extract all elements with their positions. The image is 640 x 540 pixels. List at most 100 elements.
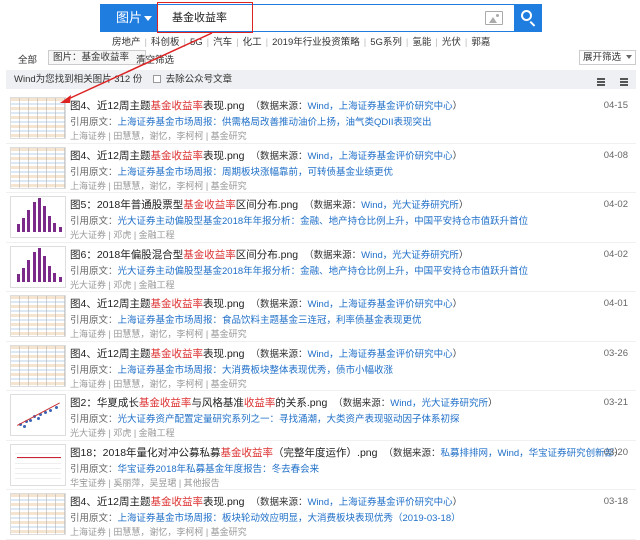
result-title[interactable]: 图6：2018年偏股混合型基金收益率区间分布.png （数据来源：Wind，光大证…: [70, 247, 468, 262]
hot-tag[interactable]: 5G: [186, 37, 207, 48]
list-view-icon[interactable]: [597, 78, 606, 86]
reference-link[interactable]: 上海证券基金市场周报：食品饮料主题基金三连冠，利率债基金表现更优: [118, 315, 422, 326]
result-reference: 引用原文：上海证券基金市场周报：食品饮料主题基金三连冠，利率债基金表现更优: [70, 312, 422, 326]
hot-tag[interactable]: 汽车: [209, 34, 236, 48]
result-thumbnail[interactable]: [10, 146, 66, 189]
hot-tag[interactable]: 科创板: [147, 34, 184, 48]
result-title[interactable]: 图4、近12周主题基金收益率表现.png （数据来源：Wind，上海证券基金评价研…: [70, 346, 462, 361]
reference-link[interactable]: 上海证券基金市场周报：供需格局改善推动油价上扬，油气类QDII表现突出: [118, 117, 432, 128]
result-source-link[interactable]: Wind，光大证券研究所: [361, 250, 459, 261]
clear-filters-link[interactable]: 清空筛选: [136, 52, 174, 66]
result-date: 04-01: [603, 298, 628, 309]
text-fragment: 基金收益率: [150, 496, 204, 508]
result-meta: 光大证券 | 邓虎 | 金融工程: [70, 279, 175, 290]
result-thumbnail[interactable]: [10, 295, 66, 337]
result-source-link[interactable]: 私募排排网，Wind，华宝证券研究创新部: [441, 448, 615, 459]
result-source-link[interactable]: Wind，上海证券基金评价研究中心: [307, 151, 452, 162]
text-fragment: 的关系.png: [275, 397, 328, 409]
hot-tag[interactable]: 2019年行业投资策略: [268, 34, 364, 48]
reference-link[interactable]: 上海证券基金市场周报：大消费板块整体表现优秀，债市小幅收涨: [118, 365, 394, 376]
search-type-dropdown[interactable]: 图片: [100, 4, 158, 32]
expand-filters-button[interactable]: 展开筛选: [578, 50, 636, 65]
filter-chip[interactable]: 图片：基金收益率 ×: [48, 50, 147, 65]
result-source-link[interactable]: Wind，光大证券研究所: [390, 398, 488, 409]
result-date: 03-21: [603, 397, 628, 408]
hot-tag[interactable]: 化工: [239, 34, 266, 48]
text-fragment: 区间分布.png: [235, 199, 299, 211]
result-item[interactable]: 图4、近12周主题基金收益率表现.png （数据来源：Wind，上海证券基金评价研…: [6, 490, 636, 540]
result-source: （数据来源：私募排排网，Wind，华宝证券研究创新部）: [383, 448, 623, 459]
result-title[interactable]: 图2：华夏成长基金收益率与风格基准收益率的关系.png （数据来源：Wind，光大…: [70, 395, 497, 410]
reference-link[interactable]: 上海证券基金市场周报：周期板块涨幅靠前，可转债基金业绩更优: [118, 167, 394, 178]
result-source-link[interactable]: Wind，上海证券基金评价研究中心: [307, 497, 452, 508]
result-title[interactable]: 图4、近12周主题基金收益率表现.png （数据来源：Wind，上海证券基金评价研…: [70, 98, 462, 113]
text-fragment: 引用原文：: [70, 315, 118, 326]
reference-link[interactable]: 光大证券主动偏股型基金2018年年报分析：金融、地产持仓比例上升，中国平安持仓市…: [118, 216, 529, 227]
text-fragment: 引用原文：: [70, 117, 118, 128]
text-fragment: 引用原文：: [70, 166, 118, 178]
result-reference: 引用原文：上海证券基金市场周报：供需格局改善推动油价上扬，油气类QDII表现突出: [70, 114, 432, 128]
reference-link[interactable]: 上海证券基金市场周报：板块轮动效应明显，大消费板块表现优秀（2019-03-18…: [118, 513, 461, 524]
hot-tag[interactable]: 房地产: [108, 34, 145, 48]
result-thumbnail[interactable]: [10, 344, 66, 387]
result-title[interactable]: 图18：2018年量化对冲公募私募基金收益率（完整年度运作）.png （数据来源：…: [70, 445, 624, 460]
reference-link[interactable]: 光大证券主动偏股型基金2018年年报分析：金融、地产持仓比例上升，中国平安持仓市…: [118, 266, 529, 277]
dedupe-checkbox[interactable]: [152, 75, 161, 83]
result-item[interactable]: 图4、近12周主题基金收益率表现.png （数据来源：Wind，上海证券基金评价研…: [6, 144, 636, 193]
results-count: Wind为您找到相关图片 312 份: [14, 74, 143, 85]
result-thumbnail[interactable]: [10, 97, 66, 139]
result-title[interactable]: 图4、近12周主题基金收益率表现.png （数据来源：Wind，上海证券基金评价研…: [70, 494, 462, 509]
result-item[interactable]: 图18：2018年量化对冲公募私募基金收益率（完整年度运作）.png （数据来源：…: [6, 441, 636, 490]
result-item[interactable]: 图2：华夏成长基金收益率与风格基准收益率的关系.png （数据来源：Wind，光大…: [6, 391, 636, 441]
text-fragment: ）: [487, 398, 498, 409]
result-thumbnail[interactable]: [10, 196, 66, 238]
hot-tag[interactable]: 光伏: [438, 34, 465, 48]
text-fragment: 基金收益率: [138, 397, 192, 409]
text-fragment: ）: [452, 348, 463, 360]
filter-chip-label: 图片：基金收益率: [53, 52, 130, 63]
result-thumbnail[interactable]: [10, 394, 66, 436]
result-source-link[interactable]: Wind，上海证券基金评价研究中心: [307, 101, 452, 112]
search-button[interactable]: [514, 4, 542, 32]
result-source-link[interactable]: Wind，上海证券基金评价研究中心: [307, 299, 452, 310]
result-item[interactable]: 图6：2018年偏股混合型基金收益率区间分布.png （数据来源：Wind，光大证…: [6, 243, 636, 292]
result-title[interactable]: 图4、近12周主题基金收益率表现.png （数据来源：Wind，上海证券基金评价研…: [70, 296, 462, 311]
result-reference: 引用原文：光大证券主动偏股型基金2018年年报分析：金融、地产持仓比例上升，中国…: [70, 263, 528, 277]
text-fragment: ）: [452, 150, 463, 162]
result-source-link[interactable]: Wind，光大证券研究所: [361, 200, 459, 211]
result-source: （数据来源：Wind，上海证券基金评价研究中心）: [250, 101, 462, 112]
result-reference: 引用原文：光大证券主动偏股型基金2018年年报分析：金融、地产持仓比例上升，中国…: [70, 213, 528, 227]
result-item[interactable]: 图4、近12周主题基金收益率表现.png （数据来源：Wind，上海证券基金评价研…: [6, 342, 636, 391]
text-fragment: ）: [452, 101, 463, 112]
text-fragment: ）: [452, 299, 463, 310]
image-search-icon[interactable]: [485, 11, 503, 25]
result-thumbnail[interactable]: [10, 443, 66, 486]
text-fragment: 收益率: [243, 397, 276, 409]
search-type-label: 图片: [116, 10, 143, 25]
filter-all-link[interactable]: 全部: [18, 52, 37, 66]
reference-link[interactable]: 光大证券资产配置定量研究系列之一：寻找涌潮，大类资产表现驱动因子体系初探: [118, 414, 460, 425]
hot-tag[interactable]: 5G系列: [366, 34, 406, 48]
result-source: （数据来源：Wind，光大证券研究所）: [333, 398, 497, 409]
result-meta: 华宝证券 | 奚丽萍，吴昱珺 | 其他报告: [70, 477, 220, 488]
result-source: （数据来源：Wind，上海证券基金评价研究中心）: [250, 349, 462, 360]
grid-view-icon[interactable]: [620, 78, 628, 86]
result-reference: 引用原文：上海证券基金市场周报：大消费板块整体表现优秀，债市小幅收涨: [70, 362, 393, 376]
result-reference: 引用原文：华宝证券2018年私募基金年度报告：冬去春会来: [70, 461, 319, 475]
text-fragment: 引用原文：: [70, 463, 118, 475]
result-source-link[interactable]: Wind，上海证券基金评价研究中心: [307, 349, 452, 360]
result-item[interactable]: 图4、近12周主题基金收益率表现.png （数据来源：Wind，上海证券基金评价研…: [6, 292, 636, 342]
text-fragment: 图6：2018年偏股混合型: [70, 248, 184, 261]
result-title[interactable]: 图4、近12周主题基金收益率表现.png （数据来源：Wind，上海证券基金评价研…: [70, 148, 462, 163]
result-item[interactable]: 图5：2018年普通股票型基金收益率区间分布.png （数据来源：Wind，光大证…: [6, 193, 636, 243]
result-title[interactable]: 图5：2018年普通股票型基金收益率区间分布.png （数据来源：Wind，光大证…: [70, 197, 468, 212]
dedupe-label[interactable]: 去除公众号文章: [166, 74, 233, 85]
result-thumbnail[interactable]: [10, 245, 66, 288]
result-thumbnail[interactable]: [10, 493, 66, 535]
hot-tag[interactable]: 氢能: [408, 34, 435, 48]
text-fragment: 基金收益率: [150, 298, 204, 310]
reference-link[interactable]: 华宝证券2018年私募基金年度报告：冬去春会来: [118, 464, 320, 475]
filter-bar: 全部 图片：基金收益率 × 清空筛选 展开筛选: [0, 48, 640, 68]
result-item[interactable]: 图4、近12周主题基金收益率表现.png （数据来源：Wind，上海证券基金评价研…: [6, 94, 636, 144]
hot-tag[interactable]: 郭嘉: [467, 34, 494, 48]
